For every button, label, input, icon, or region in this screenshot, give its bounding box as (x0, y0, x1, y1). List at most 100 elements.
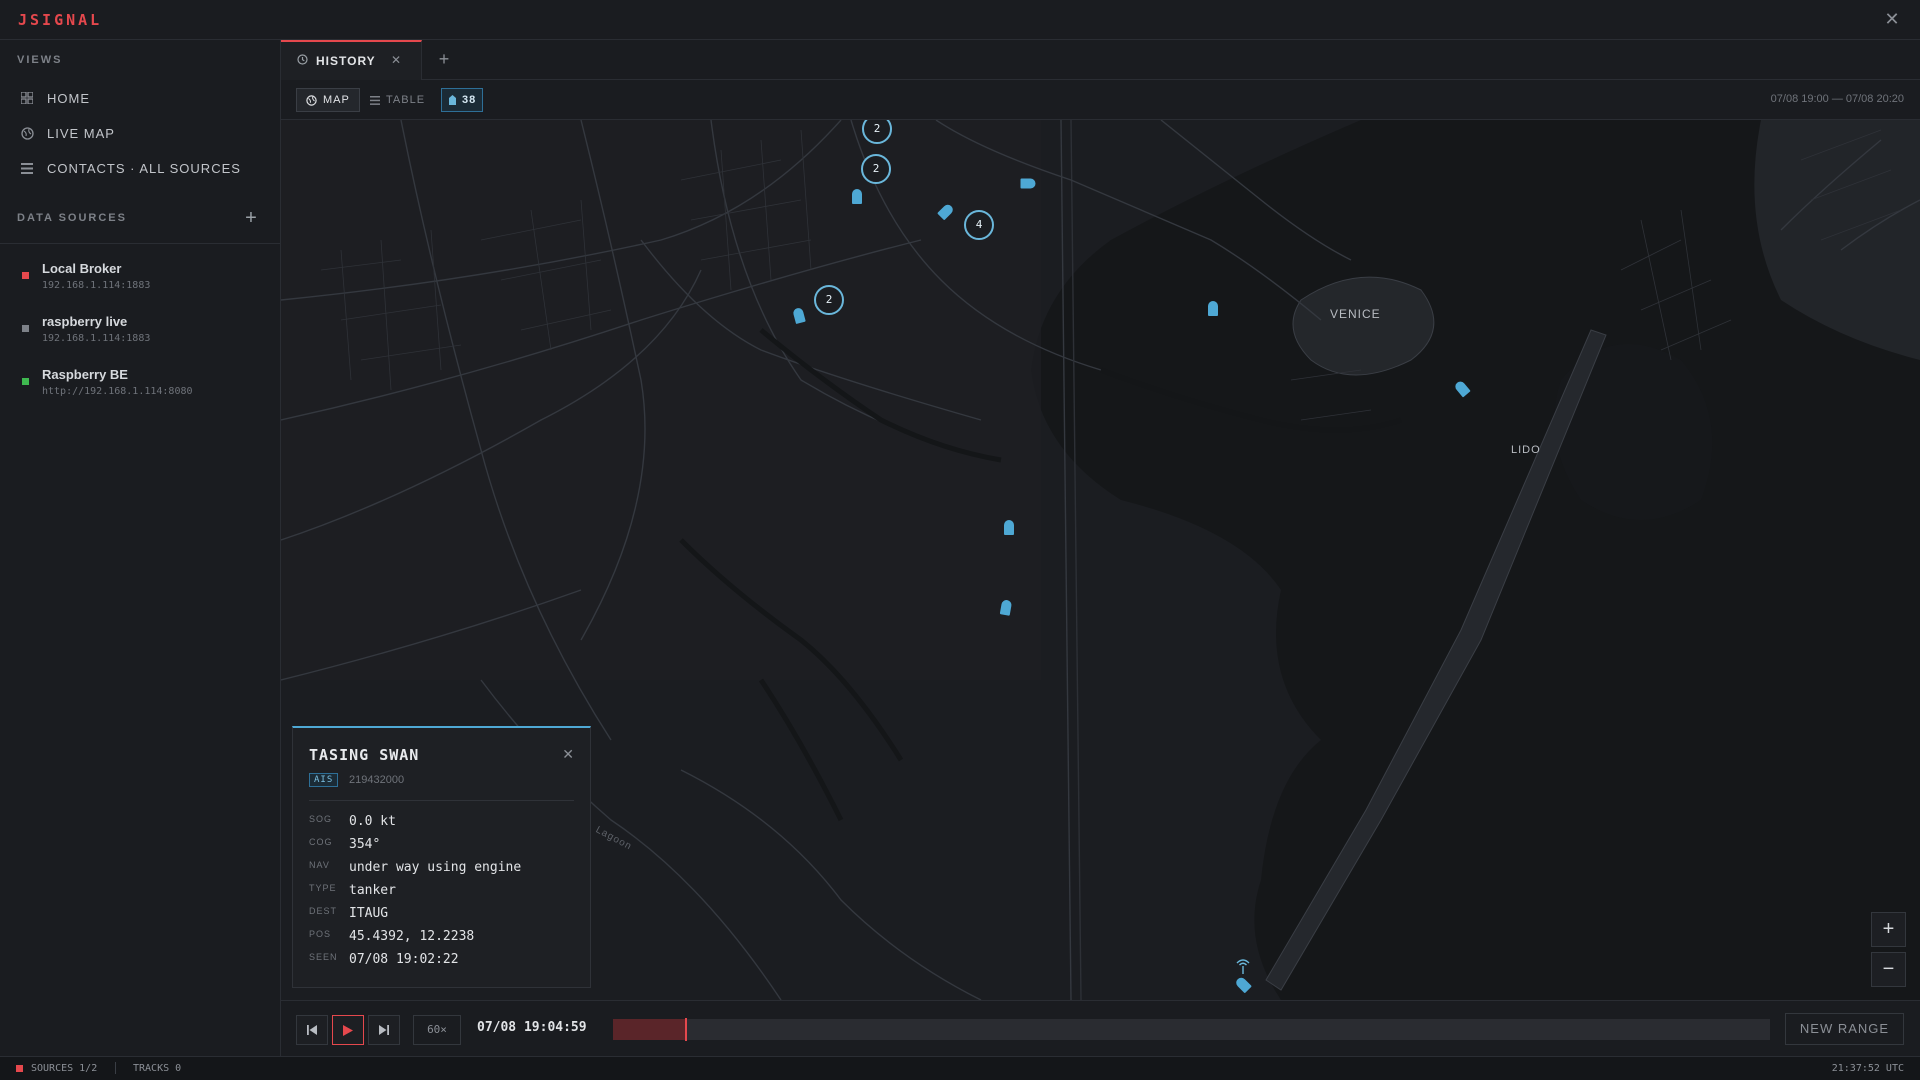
add-data-source-button[interactable]: + (240, 208, 262, 230)
map-view-label: MAP (323, 94, 350, 106)
field-value: 0.0 kt (349, 814, 396, 829)
sidebar-item-live-map[interactable]: LIVE MAP (0, 116, 280, 150)
table-view-label: TABLE (386, 94, 426, 106)
status-dot (16, 1065, 23, 1072)
close-popup-icon[interactable]: ✕ (562, 746, 574, 763)
close-app-icon[interactable]: ✕ (1882, 9, 1902, 29)
timeline-playhead[interactable] (684, 1018, 687, 1041)
data-source-address: 192.168.1.114:1883 (42, 280, 151, 291)
history-icon (297, 54, 308, 68)
vessel-marker[interactable] (1208, 301, 1218, 316)
sidebar-item-label: HOME (47, 90, 90, 106)
list-icon (370, 95, 380, 105)
vessel-count-badge[interactable]: 38 (441, 88, 484, 112)
vessel-info-popup: TASING SWAN ✕ AIS 219432000 SOG 0.0 kt C… (292, 726, 591, 988)
status-dot (22, 272, 29, 279)
field-value: ITAUG (349, 906, 389, 921)
field-value: 354° (349, 837, 381, 852)
timeline-scrubber[interactable] (613, 1018, 1770, 1041)
field-key: POS (309, 929, 332, 939)
field-key: DEST (309, 906, 338, 916)
zoom-out-button[interactable]: − (1871, 952, 1906, 987)
data-source-name: Raspberry BE (42, 367, 128, 382)
data-source-name: raspberry live (42, 314, 128, 329)
tab-label: HISTORY (316, 54, 376, 68)
divider (0, 243, 280, 244)
playback-speed-button[interactable]: 60× (413, 1015, 461, 1045)
data-source-item[interactable]: raspberry live 192.168.1.114:1883 (0, 312, 280, 360)
divider (115, 1062, 116, 1074)
sources-status: SOURCES 1/2 (31, 1063, 98, 1074)
add-tab-button[interactable]: + (433, 48, 455, 70)
sidebar-item-contacts[interactable]: CONTACTS · ALL SOURCES (0, 151, 280, 185)
status-bar: SOURCES 1/2 TRACKS 0 21:37:52 UTC (0, 1056, 1920, 1080)
status-dot (22, 378, 29, 385)
app-logo: JSIGNAL (18, 11, 103, 29)
time-range-label: 07/08 19:00 — 07/08 20:20 (1770, 93, 1904, 105)
skip-forward-button[interactable] (368, 1015, 400, 1045)
vessel-marker[interactable] (1004, 520, 1014, 535)
data-source-address: 192.168.1.114:1883 (42, 333, 151, 344)
field-value: 45.4392, 12.2238 (349, 929, 475, 944)
vessel-marker[interactable] (1020, 178, 1036, 189)
vessel-cluster[interactable]: 2 (814, 285, 844, 315)
tracks-status: TRACKS 0 (133, 1063, 182, 1074)
play-icon (343, 1024, 353, 1036)
close-tab-icon[interactable]: ✕ (391, 53, 401, 67)
globe-icon (20, 126, 34, 140)
play-button[interactable] (332, 1015, 364, 1045)
data-sources-title: DATA SOURCES (17, 212, 127, 224)
list-icon (20, 161, 34, 175)
field-value: tanker (349, 883, 396, 898)
divider (309, 800, 574, 801)
data-source-item[interactable]: Raspberry BE http://192.168.1.114:8080 (0, 365, 280, 413)
skip-forward-icon (379, 1025, 389, 1035)
view-toolbar: MAP TABLE 38 07/08 19:00 — 07/08 20:20 (281, 80, 1920, 120)
place-label-lido: LIDO (1511, 444, 1541, 456)
vessel-count: 38 (462, 94, 477, 106)
vessel-cluster[interactable]: 2 (861, 154, 891, 184)
vessel-cluster[interactable]: 4 (964, 210, 994, 240)
table-view-button[interactable]: TABLE (361, 88, 434, 112)
map-view-button[interactable]: MAP (296, 88, 360, 112)
popup-field-dest: DEST ITAUG (309, 906, 579, 926)
vessel-mmsi: 219432000 (349, 774, 405, 786)
field-key: SEEN (309, 952, 338, 962)
current-time: 07/08 19:04:59 (477, 1020, 587, 1035)
playback-bar: 60× 07/08 19:04:59 NEW RANGE (281, 1000, 1920, 1056)
utc-clock: 21:37:52 UTC (1831, 1063, 1904, 1074)
source-badge: AIS (309, 773, 339, 787)
timeline-progress (613, 1019, 686, 1040)
zoom-in-button[interactable]: + (1871, 912, 1906, 947)
tab-history[interactable]: HISTORY ✕ (281, 40, 422, 80)
field-key: TYPE (309, 883, 337, 893)
popup-field-pos: POS 45.4392, 12.2238 (309, 929, 579, 949)
sidebar-item-label: CONTACTS · ALL SOURCES (47, 160, 241, 176)
popup-field-seen: SEEN 07/08 19:02:22 (309, 952, 579, 972)
sidebar-item-home[interactable]: HOME (0, 81, 280, 115)
new-range-button[interactable]: NEW RANGE (1785, 1013, 1904, 1045)
skip-back-button[interactable] (296, 1015, 328, 1045)
field-value: under way using engine (349, 860, 522, 875)
data-source-address: http://192.168.1.114:8080 (42, 386, 193, 397)
data-source-item[interactable]: Local Broker 192.168.1.114:1883 (0, 259, 280, 307)
sidebar-item-label: LIVE MAP (47, 125, 115, 141)
views-section-title: VIEWS (17, 54, 63, 66)
skip-back-icon (307, 1025, 317, 1035)
field-key: SOG (309, 814, 333, 824)
ship-icon (448, 95, 457, 105)
field-key: NAV (309, 860, 330, 870)
sidebar: VIEWS HOME LIVE MAP CONTACTS · ALL SOURC… (0, 40, 281, 1056)
data-source-name: Local Broker (42, 261, 122, 276)
popup-field-type: TYPE tanker (309, 883, 579, 903)
status-dot (22, 325, 29, 332)
vessel-name: TASING SWAN (309, 746, 420, 764)
popup-field-sog: SOG 0.0 kt (309, 814, 579, 834)
field-value: 07/08 19:02:22 (349, 952, 459, 967)
vessel-marker[interactable] (852, 189, 862, 204)
map-canvas[interactable]: VENICE LIDO Lagoon 2 2 4 2 + − TASING SW… (281, 120, 1920, 1000)
globe-icon (306, 94, 317, 106)
title-bar: JSIGNAL ✕ (0, 0, 1920, 40)
tab-bar: HISTORY ✕ + (281, 40, 1920, 80)
place-label-venice: VENICE (1330, 307, 1381, 321)
